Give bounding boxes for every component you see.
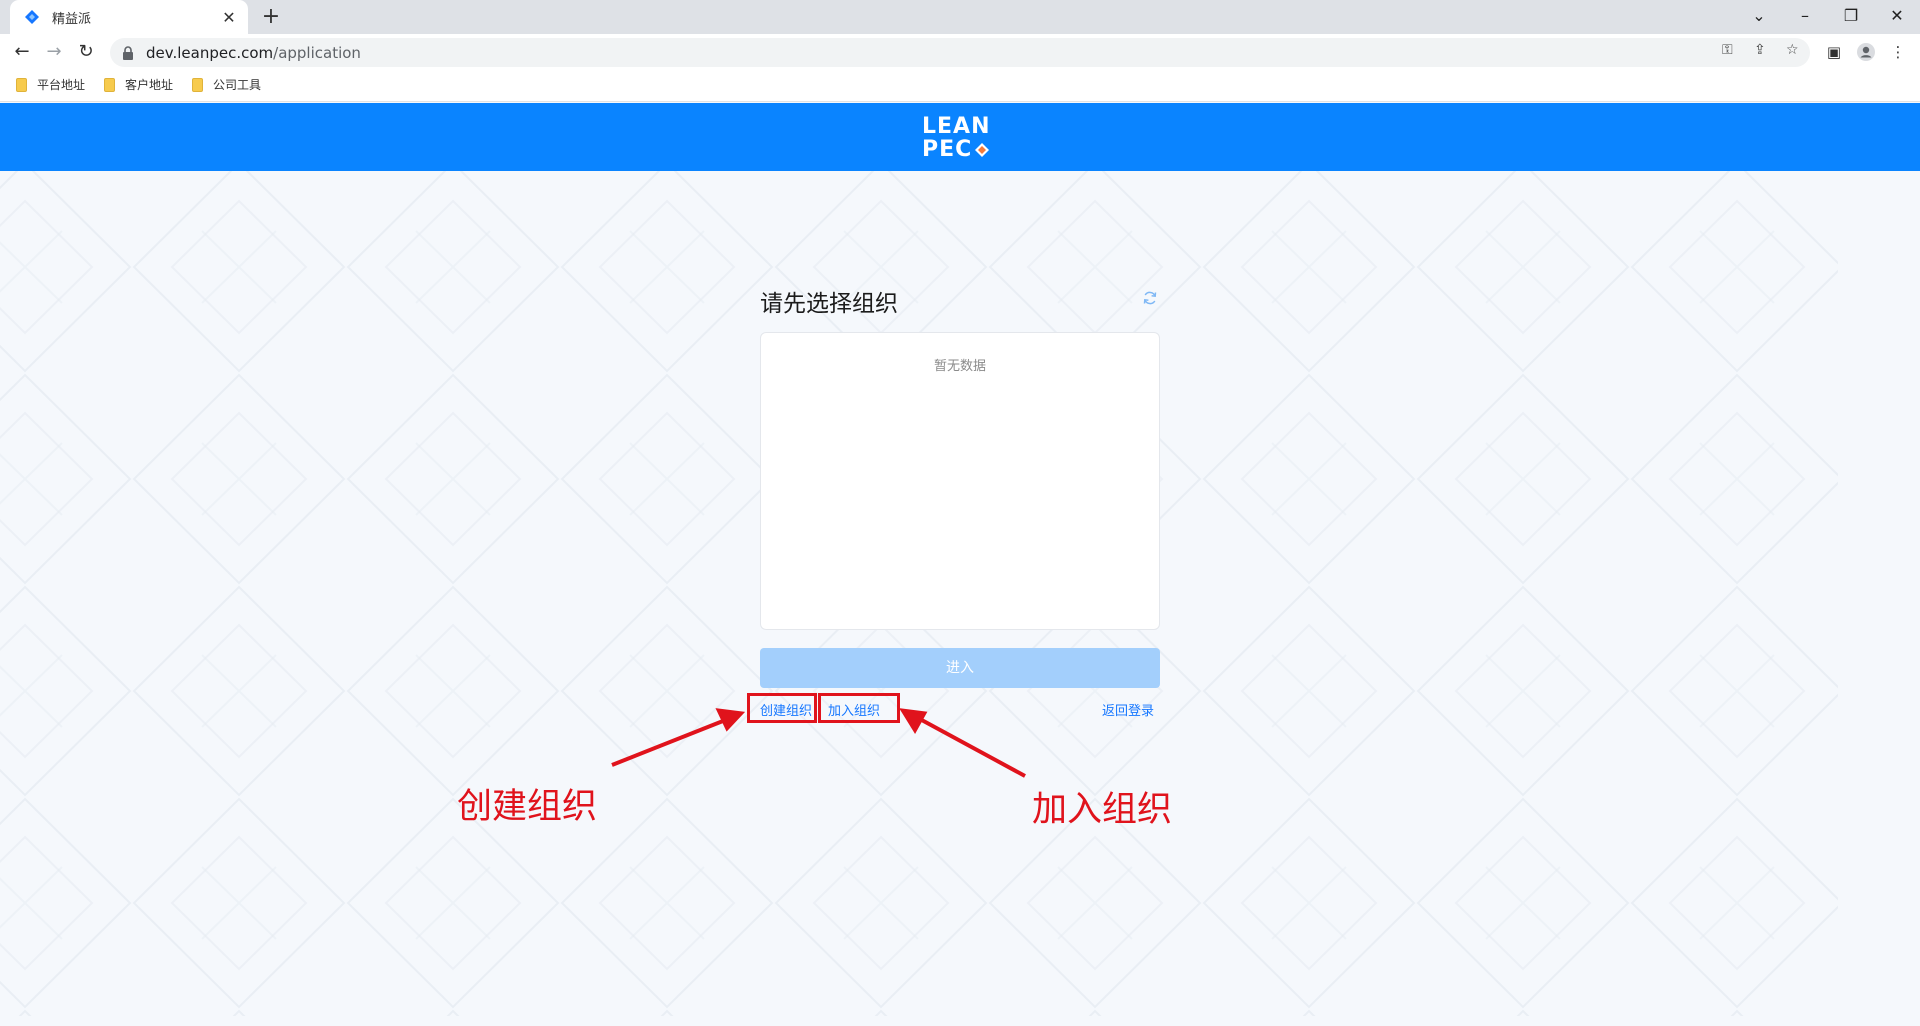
refresh-icon[interactable] <box>1142 290 1158 306</box>
folder-icon <box>104 77 115 92</box>
leanpec-logo[interactable]: LEAN PEC <box>922 115 998 161</box>
share-icon[interactable]: ⇪ <box>1754 42 1766 58</box>
enter-button[interactable]: 进入 <box>760 648 1160 688</box>
key-icon[interactable]: ⚿ <box>1722 42 1733 58</box>
join-org-highlight-box <box>818 693 900 723</box>
lock-icon <box>123 45 133 60</box>
bookmark-label: 平台地址 <box>37 78 86 92</box>
back-to-login-link[interactable]: 返回登录 <box>1102 700 1154 719</box>
join-org-annotation: 加入组织 <box>1032 790 1173 830</box>
empty-state-text: 暂无数据 <box>933 359 986 374</box>
tab-search-icon[interactable]: ⌄ <box>1736 0 1782 30</box>
back-icon[interactable]: ← <box>10 40 34 64</box>
bookmark-label: 公司工具 <box>213 78 262 92</box>
logo-text-top: LEAN <box>922 114 991 139</box>
reload-icon[interactable]: ↻ <box>74 40 98 64</box>
bookmarks-bar: 平台地址 客户地址 公司工具 <box>0 70 1920 102</box>
minimize-icon[interactable]: – <box>1782 0 1828 30</box>
app-header: LEAN PEC <box>0 103 1920 171</box>
url-path: /application <box>273 43 361 62</box>
browser-tab[interactable]: 精益派 ✕ <box>10 0 248 34</box>
logo-diamond-icon <box>975 142 990 157</box>
folder-icon <box>192 77 203 92</box>
leanpec-favicon-icon <box>25 10 39 24</box>
bookmark-platform[interactable]: 平台地址 <box>16 76 85 93</box>
side-panel-icon[interactable]: ▣ <box>1822 40 1846 64</box>
folder-icon <box>16 77 27 92</box>
new-tab-icon[interactable]: + <box>258 4 284 30</box>
profile-icon[interactable] <box>1854 40 1878 64</box>
tab-title: 精益派 <box>52 11 92 27</box>
page-title: 请先选择组织 <box>760 291 898 317</box>
bookmark-tools[interactable]: 公司工具 <box>192 76 261 93</box>
url-domain: dev.leanpec.com <box>146 43 274 62</box>
bookmark-client[interactable]: 客户地址 <box>104 76 173 93</box>
close-tab-icon[interactable]: ✕ <box>220 8 238 27</box>
menu-dots-icon[interactable]: ⋮ <box>1886 40 1910 64</box>
restore-icon[interactable]: ❐ <box>1828 0 1874 30</box>
browser-toolbar: ← → ↻ dev.leanpec.com /application ⚿ ⇪ ☆… <box>0 34 1920 70</box>
address-bar[interactable]: dev.leanpec.com /application <box>110 38 1810 67</box>
create-org-annotation: 创建组织 <box>457 787 598 827</box>
create-org-highlight-box <box>747 693 817 723</box>
tab-strip: 精益派 ✕ + ⌄ – ❐ ✕ <box>0 0 1920 34</box>
bookmark-label: 客户地址 <box>125 78 174 92</box>
forward-icon[interactable]: → <box>42 40 66 64</box>
bookmark-star-icon[interactable]: ☆ <box>1786 42 1799 58</box>
logo-text-bottom: PEC <box>922 137 973 162</box>
org-list[interactable]: 暂无数据 <box>760 332 1160 630</box>
close-window-icon[interactable]: ✕ <box>1874 0 1920 30</box>
